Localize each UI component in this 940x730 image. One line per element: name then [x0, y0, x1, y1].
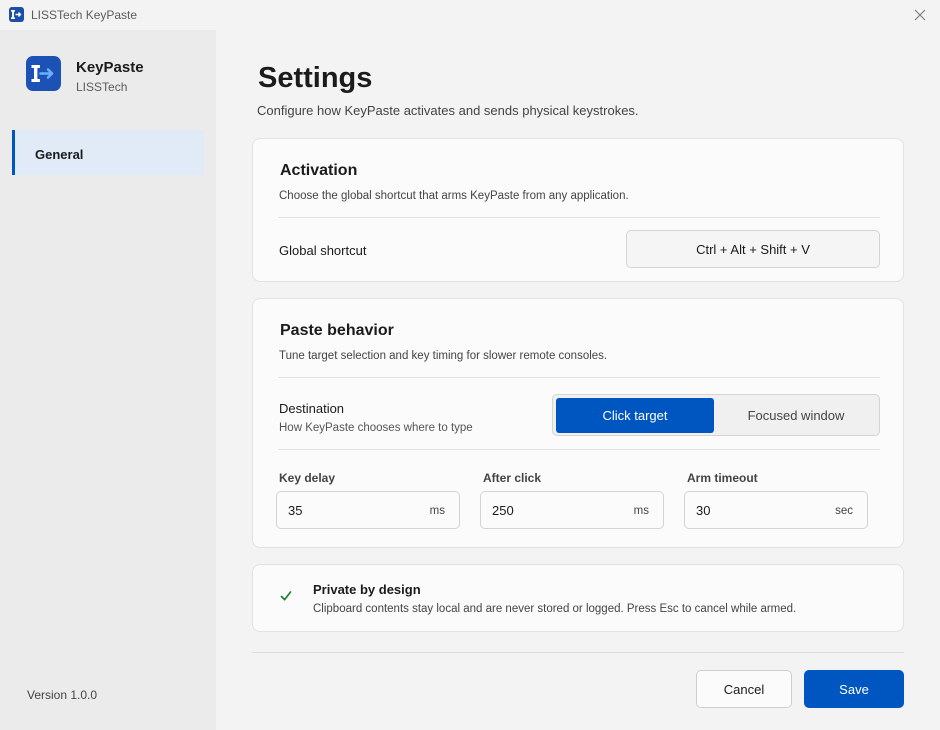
- arm-timeout-value: 30: [696, 503, 711, 518]
- arm-timeout-label: Arm timeout: [687, 471, 758, 485]
- sidebar-item-general[interactable]: General: [12, 130, 204, 175]
- checkmark-icon: [280, 589, 292, 607]
- divider: [278, 449, 880, 450]
- window-title: LISSTech KeyPaste: [31, 8, 138, 22]
- activation-card: Activation Choose the global shortcut th…: [252, 138, 904, 282]
- page-title: Settings: [258, 62, 373, 94]
- app-name: KeyPaste: [76, 59, 144, 76]
- version-label: Version 1.0.0: [27, 688, 98, 702]
- divider: [278, 377, 880, 378]
- key-delay-unit: ms: [429, 505, 445, 517]
- global-shortcut-label: Global shortcut: [279, 243, 367, 258]
- activation-description: Choose the global shortcut that arms Key…: [279, 190, 629, 202]
- after-click-label: After click: [483, 471, 542, 485]
- key-delay-input[interactable]: 35 ms: [276, 491, 460, 529]
- destination-segmented-control: Click target Focused window: [552, 394, 880, 436]
- paste-behavior-card: Paste behavior Tune target selection and…: [252, 298, 904, 548]
- arm-timeout-input[interactable]: 30 sec: [684, 491, 868, 529]
- save-button[interactable]: Save: [804, 670, 904, 708]
- app-vendor: LISSTech: [76, 80, 128, 94]
- activation-title: Activation: [280, 162, 358, 179]
- sidebar: KeyPaste LISSTech General Version 1.0.0: [0, 30, 216, 730]
- after-click-input[interactable]: 250 ms: [480, 491, 664, 529]
- paste-behavior-title: Paste behavior: [280, 322, 394, 339]
- sidebar-item-label: General: [35, 147, 84, 162]
- arm-timeout-unit: sec: [835, 505, 853, 517]
- key-delay-label: Key delay: [279, 471, 336, 485]
- key-delay-value: 35: [288, 503, 303, 518]
- footer-divider: [252, 652, 904, 653]
- segment-focused-window[interactable]: Focused window: [717, 398, 875, 433]
- global-shortcut-field[interactable]: Ctrl + Alt + Shift + V: [626, 230, 880, 268]
- paste-behavior-description: Tune target selection and key timing for…: [279, 350, 608, 362]
- privacy-card: Private by design Clipboard contents sta…: [252, 564, 904, 632]
- main-content: Settings Configure how KeyPaste activate…: [216, 30, 940, 730]
- after-click-value: 250: [492, 503, 514, 518]
- destination-label: Destination: [279, 401, 345, 416]
- destination-hint: How KeyPaste chooses where to type: [279, 422, 473, 434]
- page-subtitle: Configure how KeyPaste activates and sen…: [257, 103, 639, 118]
- divider: [278, 217, 880, 218]
- after-click-unit: ms: [633, 505, 649, 517]
- app-logo-icon: [26, 56, 61, 91]
- close-icon[interactable]: [906, 1, 934, 29]
- app-small-icon: [9, 7, 24, 22]
- cancel-button[interactable]: Cancel: [696, 670, 792, 708]
- privacy-text: Clipboard contents stay local and are ne…: [313, 603, 797, 615]
- privacy-title: Private by design: [313, 582, 421, 597]
- segment-click-target[interactable]: Click target: [556, 398, 714, 433]
- title-bar: LISSTech KeyPaste: [0, 0, 940, 30]
